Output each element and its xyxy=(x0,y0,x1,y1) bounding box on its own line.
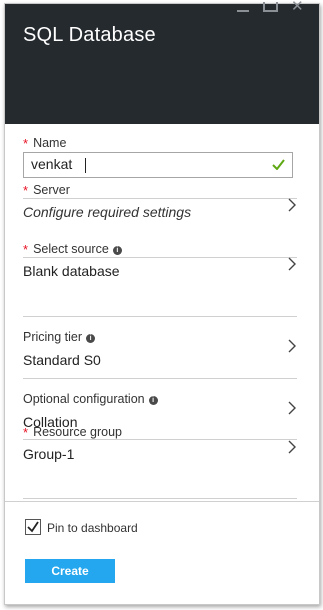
select-source-value: Blank database xyxy=(23,263,120,279)
server-label: Server xyxy=(33,183,70,197)
chevron-right-icon xyxy=(288,257,296,271)
name-input[interactable]: venkat xyxy=(23,152,293,178)
required-marker: * xyxy=(23,136,29,151)
info-icon[interactable]: i xyxy=(86,334,96,343)
chevron-right-icon xyxy=(288,198,296,212)
pricing-tier-label: Pricing tier xyxy=(23,330,83,344)
required-marker: * xyxy=(23,242,29,257)
create-button[interactable]: Create xyxy=(25,559,115,583)
chevron-right-icon xyxy=(288,440,296,454)
name-label: Name xyxy=(33,136,67,150)
close-icon[interactable]: ✕ xyxy=(291,0,304,14)
required-marker: * xyxy=(23,425,29,440)
blade-title: SQL Database xyxy=(23,24,156,46)
pricing-tier-value: Standard S0 xyxy=(23,352,101,368)
info-icon[interactable]: i xyxy=(112,246,122,255)
name-field-label-row: * Name xyxy=(23,135,297,151)
maximize-icon[interactable] xyxy=(263,2,278,12)
divider xyxy=(23,498,297,499)
divider xyxy=(23,378,297,379)
divider xyxy=(23,316,297,317)
optional-configuration-label: Optional configuration xyxy=(23,392,145,406)
server-row[interactable]: * Server Configure required settings xyxy=(23,182,297,232)
resource-group-value: Group-1 xyxy=(23,446,75,462)
checkmark-icon xyxy=(272,159,285,170)
chevron-right-icon xyxy=(288,339,296,353)
pin-checkbox[interactable] xyxy=(25,519,41,535)
checkmark-icon xyxy=(27,521,39,533)
minimize-icon[interactable] xyxy=(237,10,249,12)
required-marker: * xyxy=(23,183,29,198)
name-input-value: venkat xyxy=(31,156,73,172)
resource-group-label: Resource group xyxy=(33,425,123,439)
pricing-tier-row[interactable]: Pricing tier i Standard S0 xyxy=(23,330,297,380)
resource-group-row[interactable]: * Resource group Group-1 xyxy=(23,424,297,474)
select-source-row[interactable]: * Select source i Blank database xyxy=(23,241,297,291)
info-icon[interactable]: i xyxy=(148,396,158,405)
text-cursor xyxy=(85,158,86,173)
pin-label: Pin to dashboard xyxy=(47,521,138,535)
chevron-right-icon xyxy=(288,401,296,415)
footer-divider xyxy=(5,501,319,502)
blade-header: SQL Database ✕ xyxy=(5,0,319,124)
server-value: Configure required settings xyxy=(23,204,192,220)
sql-database-blade: SQL Database ✕ * Name venkat * Server Conf… xyxy=(4,0,320,605)
select-source-label: Select source xyxy=(33,242,109,256)
